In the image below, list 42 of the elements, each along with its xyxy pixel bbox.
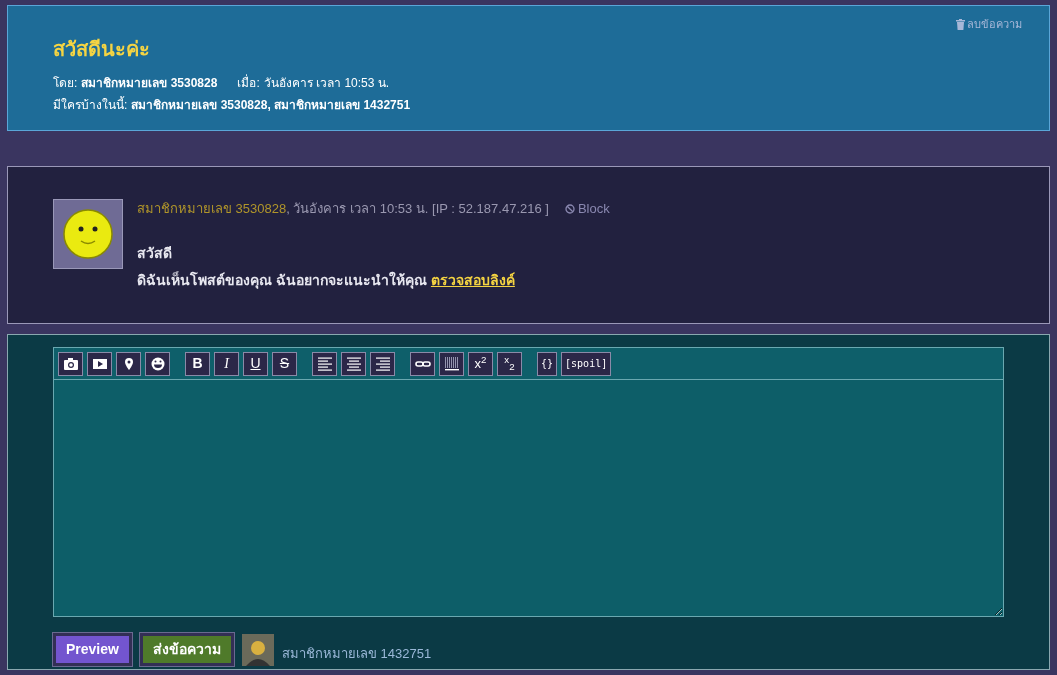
code-button[interactable]: {} bbox=[537, 351, 558, 376]
align-left-icon bbox=[316, 356, 333, 371]
smiley-button[interactable] bbox=[145, 351, 170, 376]
map-pin-button[interactable] bbox=[116, 351, 141, 376]
date-value: วันอังคาร เวลา 10:53 น. bbox=[263, 75, 390, 92]
author-label: โดย: bbox=[53, 75, 78, 92]
code-button[interactable]: [spoil] bbox=[561, 351, 612, 376]
format-button[interactable]: B bbox=[185, 351, 210, 376]
send-button[interactable]: ส่งข้อความ bbox=[139, 633, 234, 666]
align-center-button[interactable] bbox=[341, 351, 366, 376]
align-center-icon bbox=[345, 356, 362, 371]
author-value: สมาชิกหมายเลข 3530828 bbox=[81, 75, 218, 92]
align-right-icon bbox=[374, 356, 391, 371]
format-button[interactable]: U bbox=[243, 351, 268, 376]
link-button[interactable] bbox=[410, 351, 435, 376]
horizontal-rule-button[interactable] bbox=[439, 351, 464, 376]
message-input[interactable] bbox=[53, 380, 1004, 617]
date-label: เมื่อ: bbox=[237, 74, 260, 92]
smiley-icon bbox=[149, 356, 166, 371]
block-link[interactable]: Block bbox=[564, 199, 610, 219]
camera-icon bbox=[62, 356, 79, 371]
format-button[interactable]: S bbox=[272, 351, 297, 376]
format-button[interactable]: I bbox=[214, 351, 239, 376]
participants-value: สมาชิกหมายเลข 3530828, สมาชิกหมายเลข 1432751 bbox=[131, 97, 411, 114]
play-icon bbox=[91, 356, 108, 371]
play-button[interactable] bbox=[87, 351, 112, 376]
post-text: ดิฉันเห็นโพสต์ของคุณ ฉันอยากจะแนะนำให้คุณ bbox=[137, 270, 427, 291]
preview-button[interactable]: Preview bbox=[53, 633, 132, 666]
superscript-button[interactable]: x$^{2}$ bbox=[468, 351, 493, 376]
block-icon bbox=[564, 203, 575, 214]
horizontal-rule-icon bbox=[443, 356, 460, 371]
check-link[interactable]: ตรวจสอบลิงค์ bbox=[430, 269, 515, 291]
participants-label: มีใครบ้างในนี้: bbox=[53, 96, 128, 114]
post-meta: , วันอังคาร เวลา 10:53 น. [IP : 52.187.47.216 ] bbox=[286, 200, 549, 218]
camera-button[interactable] bbox=[58, 351, 83, 376]
topic-title: สวัสดีนะค่ะ bbox=[53, 37, 151, 62]
align-left-button[interactable] bbox=[312, 351, 337, 376]
post-text: สวัสดี bbox=[137, 243, 173, 263]
user-name: สมาชิกหมายเลข 1432751 bbox=[281, 644, 432, 663]
smiley-drawing bbox=[63, 209, 113, 259]
align-right-button[interactable] bbox=[370, 351, 395, 376]
trash-icon bbox=[956, 18, 965, 30]
